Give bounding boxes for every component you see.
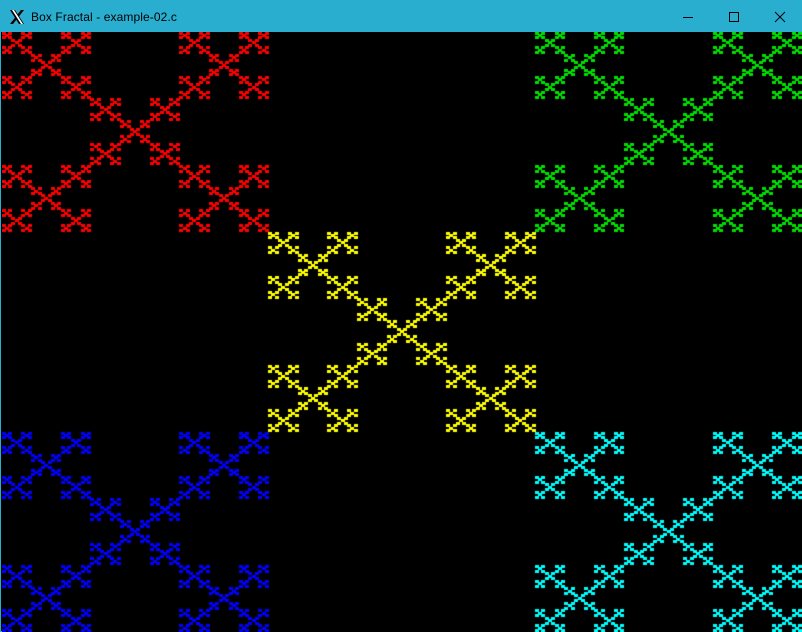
- window-title: Box Fractal - example-02.c: [31, 9, 177, 24]
- maximize-button[interactable]: [711, 1, 757, 32]
- close-button[interactable]: [757, 1, 802, 32]
- minimize-icon: [683, 16, 693, 18]
- app-window: Box Fractal - example-02.c: [0, 0, 802, 632]
- drawing-area: [2, 32, 802, 632]
- minimize-button[interactable]: [665, 1, 711, 32]
- box-fractal-canvas: [2, 32, 802, 632]
- title-bar[interactable]: Box Fractal - example-02.c: [1, 1, 802, 32]
- x-window-icon: [9, 9, 25, 25]
- maximize-icon: [729, 11, 739, 22]
- close-icon: [774, 11, 786, 22]
- caption-buttons: [665, 1, 802, 32]
